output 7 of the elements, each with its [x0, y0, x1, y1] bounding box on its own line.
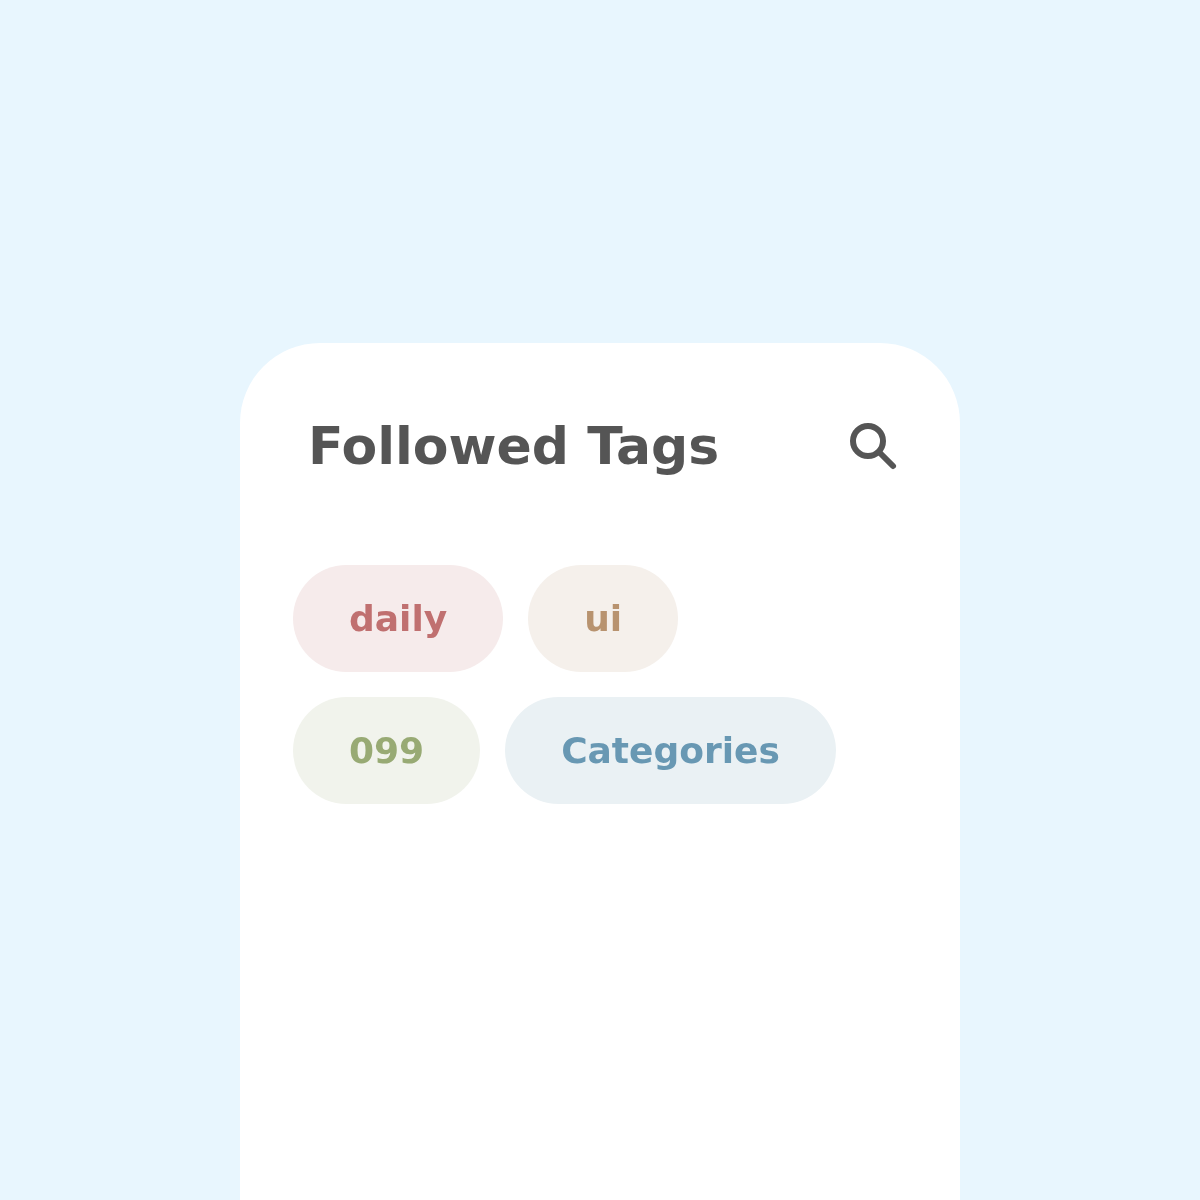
tag-chip[interactable]: Categories — [505, 697, 836, 805]
tag-chip[interactable]: daily — [293, 565, 504, 673]
search-icon — [848, 421, 898, 472]
tag-chip[interactable]: 099 — [293, 697, 481, 805]
search-button[interactable] — [848, 421, 898, 472]
tag-chip[interactable]: ui — [528, 565, 679, 673]
page-title: Followed Tags — [308, 415, 720, 478]
